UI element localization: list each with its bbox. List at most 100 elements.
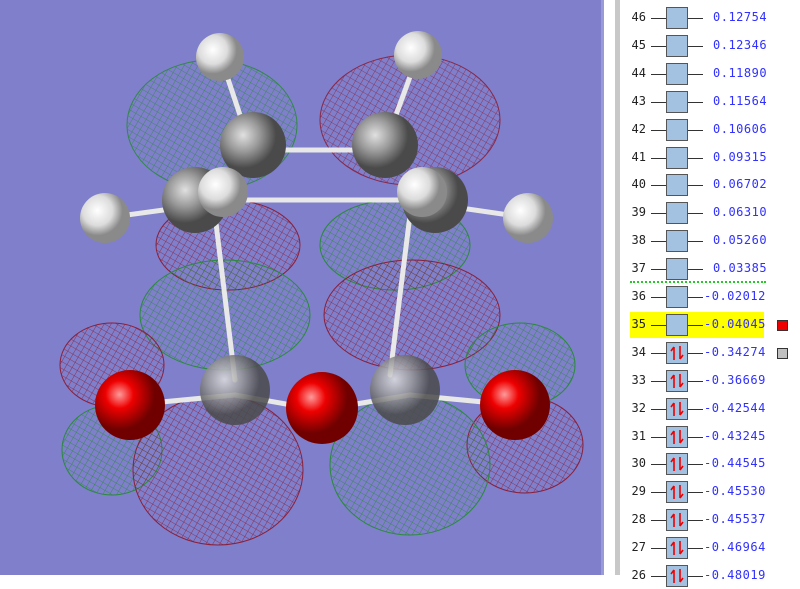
- electron-pair-icon: [670, 373, 684, 388]
- level-line: [688, 548, 703, 550]
- orbital-energy: 0.12754: [713, 10, 768, 24]
- orbital-row[interactable]: 39 0.06310: [620, 200, 800, 226]
- orbital-row[interactable]: 27 -0.46964: [620, 535, 800, 561]
- panel-splitter[interactable]: [601, 0, 620, 575]
- orbital-row[interactable]: 28 -0.45537: [620, 507, 800, 533]
- orbital-index: 37: [631, 261, 646, 276]
- orbital-level-box[interactable]: [666, 90, 688, 113]
- orbital-level-box[interactable]: [666, 537, 688, 560]
- orbital-level-box[interactable]: [666, 146, 688, 169]
- level-line: [651, 576, 666, 577]
- orbital-row[interactable]: 34 -0.34274: [620, 340, 800, 366]
- orbital-level-box[interactable]: [666, 369, 688, 392]
- orbital-index: 34: [631, 344, 646, 359]
- orbital-energy: 0.06702: [713, 177, 768, 192]
- orbital-row[interactable]: 32 -0.42544: [620, 396, 800, 422]
- orbital-level-box[interactable]: [666, 7, 688, 29]
- orbital-index: 35: [631, 316, 646, 331]
- level-line: [651, 157, 666, 159]
- orbital-energy: -0.48019: [704, 568, 766, 582]
- orbital-index: 31: [631, 428, 646, 443]
- orbital-level-box[interactable]: [666, 453, 688, 476]
- orbital-level-box[interactable]: [666, 341, 688, 364]
- level-line: [651, 73, 666, 75]
- orbital-level-box[interactable]: [666, 174, 688, 197]
- level-line: [688, 45, 703, 47]
- orbital-index: 32: [631, 400, 646, 415]
- orbital-energy: -0.36669: [704, 372, 766, 387]
- orbital-index: 44: [631, 65, 646, 80]
- level-line: [688, 213, 703, 215]
- orbital-level-box[interactable]: [666, 509, 688, 532]
- orbital-level-box[interactable]: [666, 230, 688, 253]
- orbital-row[interactable]: 31 -0.43245: [620, 424, 800, 450]
- orbital-row[interactable]: 36 -0.02012: [620, 284, 800, 310]
- carbon-atom: [370, 355, 440, 425]
- orbital-index: 46: [631, 10, 646, 24]
- orbital-level-box[interactable]: [666, 286, 688, 308]
- level-line: [688, 436, 703, 438]
- orbital-row[interactable]: 35 -0.04045: [620, 311, 800, 338]
- orbital-row[interactable]: 29 -0.45530: [620, 479, 800, 505]
- orbital-level-box[interactable]: [666, 258, 688, 281]
- molecule-render: [59, 31, 584, 546]
- oxygen-atom: [286, 372, 358, 444]
- splitter-edge: [601, 0, 604, 575]
- electron-pair-icon: [670, 541, 684, 556]
- orbital-row[interactable]: 37 0.03385: [620, 256, 800, 282]
- orbital-index: 30: [631, 456, 646, 471]
- mo-energy-diagram: 46 0.12754 45 0.12346 44 0.11890 43 0.11564 42 0.…: [620, 0, 800, 587]
- orbital-index: 26: [631, 568, 646, 582]
- orbital-level-box[interactable]: [666, 481, 688, 504]
- orbital-energy: 0.09315: [713, 149, 768, 164]
- orbital-row[interactable]: 33 -0.36669: [620, 368, 800, 394]
- level-line: [688, 157, 703, 159]
- orbital-row[interactable]: 43 0.11564: [620, 89, 800, 115]
- orbital-row[interactable]: 40 0.06702: [620, 172, 800, 198]
- carbon-atom: [352, 112, 418, 178]
- orbital-row[interactable]: 46 0.12754: [620, 5, 800, 31]
- level-line: [651, 45, 666, 47]
- orbital-row[interactable]: 41 0.09315: [620, 145, 800, 171]
- orbital-level-box[interactable]: [666, 313, 688, 336]
- level-line: [688, 241, 703, 243]
- hydrogen-atom: [198, 167, 248, 217]
- orbital-energy: -0.34274: [704, 344, 766, 359]
- electron-pair-icon: [670, 569, 684, 583]
- orbital-index: 36: [631, 289, 646, 303]
- orbital-index: 42: [631, 121, 646, 136]
- orbital-level-box[interactable]: [666, 397, 688, 420]
- occupancy-separator: [630, 281, 766, 283]
- orbital-row[interactable]: 44 0.11890: [620, 61, 800, 87]
- level-line: [688, 492, 703, 494]
- orbital-level-box[interactable]: [666, 202, 688, 225]
- level-line: [688, 101, 703, 103]
- level-line: [688, 464, 703, 466]
- orbital-energy: 0.10606: [713, 121, 768, 136]
- orbital-row[interactable]: 30 -0.44545: [620, 451, 800, 477]
- orbital-row[interactable]: 26 -0.48019: [620, 563, 800, 589]
- level-line: [688, 380, 703, 382]
- orbital-row[interactable]: 38 0.05260: [620, 228, 800, 254]
- level-line: [688, 73, 703, 75]
- orbital-level-box[interactable]: [666, 118, 688, 141]
- orbital-level-box[interactable]: [666, 62, 688, 85]
- orbital-level-box[interactable]: [666, 34, 688, 57]
- electron-pair-icon: [670, 513, 684, 528]
- level-line: [651, 297, 666, 298]
- carbon-atom: [200, 355, 270, 425]
- orbital-row[interactable]: 45 0.12346: [620, 33, 800, 59]
- surface-color-marker[interactable]: [777, 347, 788, 359]
- orbital-energy: -0.45530: [704, 484, 766, 499]
- orbital-energy: -0.42544: [704, 400, 766, 415]
- orbital-level-box[interactable]: [666, 565, 688, 587]
- level-line: [651, 213, 666, 215]
- orbital-energy: 0.12346: [713, 37, 768, 52]
- hydrogen-atom: [394, 31, 442, 79]
- level-line: [651, 492, 666, 494]
- orbital-level-box[interactable]: [666, 425, 688, 448]
- level-line: [651, 185, 666, 187]
- surface-color-marker[interactable]: [777, 319, 788, 331]
- molecule-viewport[interactable]: [0, 0, 601, 575]
- orbital-row[interactable]: 42 0.10606: [620, 117, 800, 143]
